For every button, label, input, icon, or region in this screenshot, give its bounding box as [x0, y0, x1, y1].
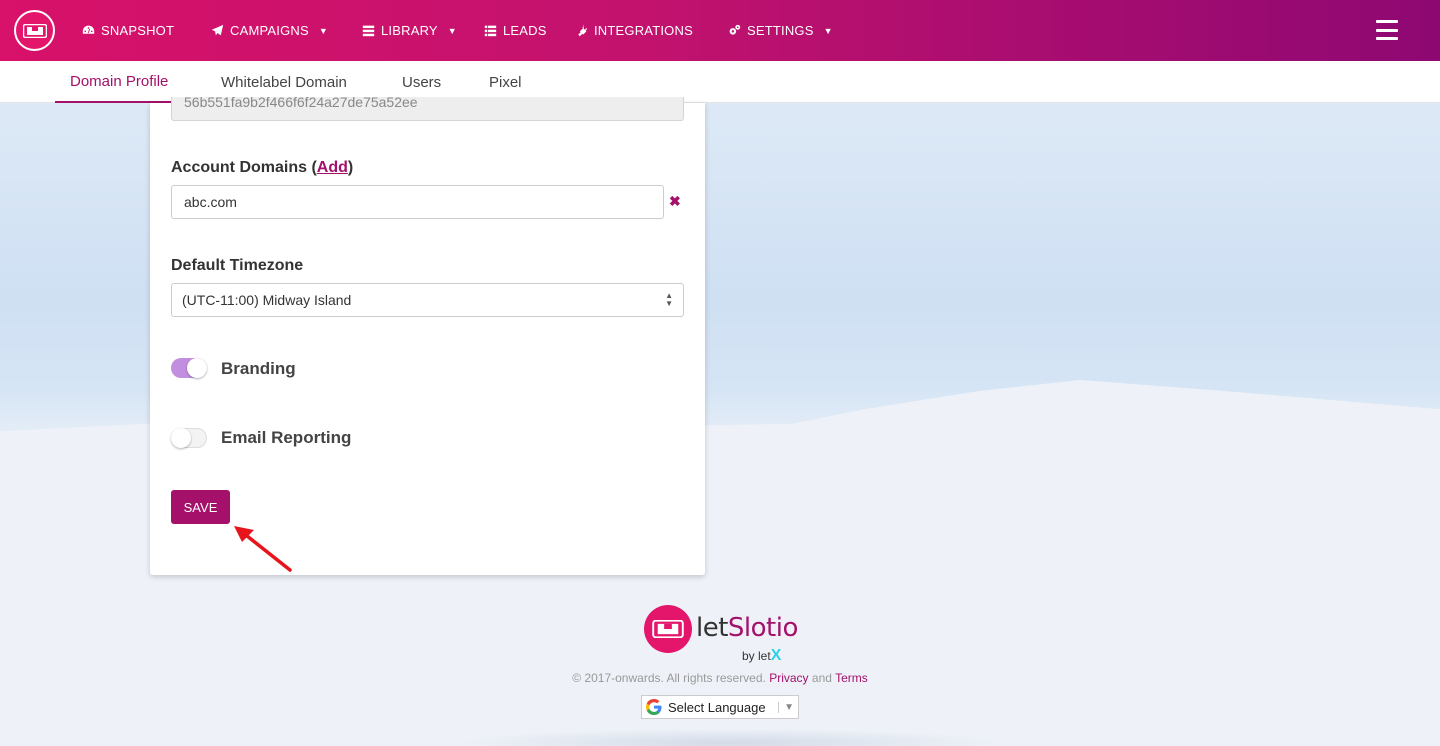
domain-profile-card: 56b551fa9b2f466f6f24a27de75a52ee Account… — [150, 97, 705, 575]
tab-users-label: Users — [402, 73, 442, 91]
top-navbar: SNAPSHOT CAMPAIGNS ▼ LIBRARY ▼ LEADS INT… — [0, 0, 1440, 61]
nav-leads[interactable]: LEADS — [484, 0, 547, 61]
brand-badge-icon — [644, 605, 692, 653]
terms-link[interactable]: Terms — [835, 671, 868, 685]
default-timezone-label: Default Timezone — [171, 257, 304, 274]
language-select-label: Select Language — [668, 699, 766, 715]
nav-settings-label: SETTINGS — [747, 23, 814, 38]
email-reporting-label: Email Reporting — [221, 428, 352, 447]
nav-library[interactable]: LIBRARY ▼ — [362, 0, 457, 61]
nav-snapshot[interactable]: SNAPSHOT — [82, 0, 174, 61]
language-select[interactable]: Select Language ▼ — [641, 695, 799, 719]
timezone-select[interactable]: (UTC-11:00) Midway Island ▲ ▼ — [171, 283, 684, 317]
dashboard-icon — [82, 25, 95, 34]
chevron-down-icon: ▼ — [823, 25, 833, 36]
brand-by-letx: by letX — [742, 647, 782, 664]
chevron-down-icon: ▼ — [447, 25, 457, 36]
toggle-knob — [171, 428, 191, 448]
tab-pixel-label: Pixel — [489, 73, 522, 91]
annotation-arrow-icon — [234, 526, 292, 572]
email-reporting-toggle[interactable] — [171, 428, 207, 448]
branding-label: Branding — [221, 359, 296, 378]
timezone-value: (UTC-11:00) Midway Island — [182, 292, 352, 308]
nav-settings[interactable]: SETTINGS ▼ — [728, 0, 833, 61]
branding-toggle[interactable] — [171, 358, 207, 378]
add-domain-link[interactable]: Add — [317, 159, 348, 176]
privacy-link[interactable]: Privacy — [769, 671, 808, 685]
nav-campaigns[interactable]: CAMPAIGNS ▼ — [211, 0, 328, 61]
api-key-field: 56b551fa9b2f466f6f24a27de75a52ee — [171, 97, 684, 121]
tab-domain-profile[interactable]: Domain Profile — [55, 61, 184, 103]
copyright-text: © 2017-onwards. All rights reserved. Pri… — [572, 671, 868, 685]
account-domains-label: Account Domains (Add) — [171, 159, 354, 176]
nav-library-label: LIBRARY — [381, 23, 438, 38]
background-shadow — [450, 728, 1010, 746]
select-arrows-icon: ▲ ▼ — [665, 291, 673, 308]
toggle-knob — [187, 358, 207, 378]
footer-brand-logo: letSlotio by letX — [644, 605, 804, 665]
app-logo[interactable] — [14, 10, 55, 51]
remove-domain-icon[interactable]: ✖ — [669, 193, 681, 210]
chevron-down-icon: ▼ — [778, 701, 794, 713]
paper-plane-icon — [211, 24, 224, 36]
logo-icon — [22, 23, 47, 38]
tab-whitelabel-domain-label: Whitelabel Domain — [221, 73, 347, 91]
list-icon — [484, 25, 497, 37]
library-icon — [362, 25, 375, 37]
tab-domain-profile-label: Domain Profile — [70, 72, 169, 90]
chevron-down-icon: ▼ — [318, 25, 328, 36]
nav-campaigns-label: CAMPAIGNS — [230, 23, 309, 38]
account-domain-input[interactable] — [171, 185, 664, 219]
hamburger-menu-icon[interactable] — [1376, 20, 1398, 40]
nav-leads-label: LEADS — [503, 23, 547, 38]
save-button[interactable]: SAVE — [171, 490, 230, 524]
brand-name: letSlotio — [696, 613, 798, 643]
cogs-icon — [729, 24, 741, 35]
google-icon — [646, 699, 662, 715]
nav-integrations-label: INTEGRATIONS — [594, 23, 693, 38]
plug-icon — [578, 24, 588, 37]
nav-snapshot-label: SNAPSHOT — [101, 23, 175, 38]
nav-integrations[interactable]: INTEGRATIONS — [575, 0, 693, 61]
